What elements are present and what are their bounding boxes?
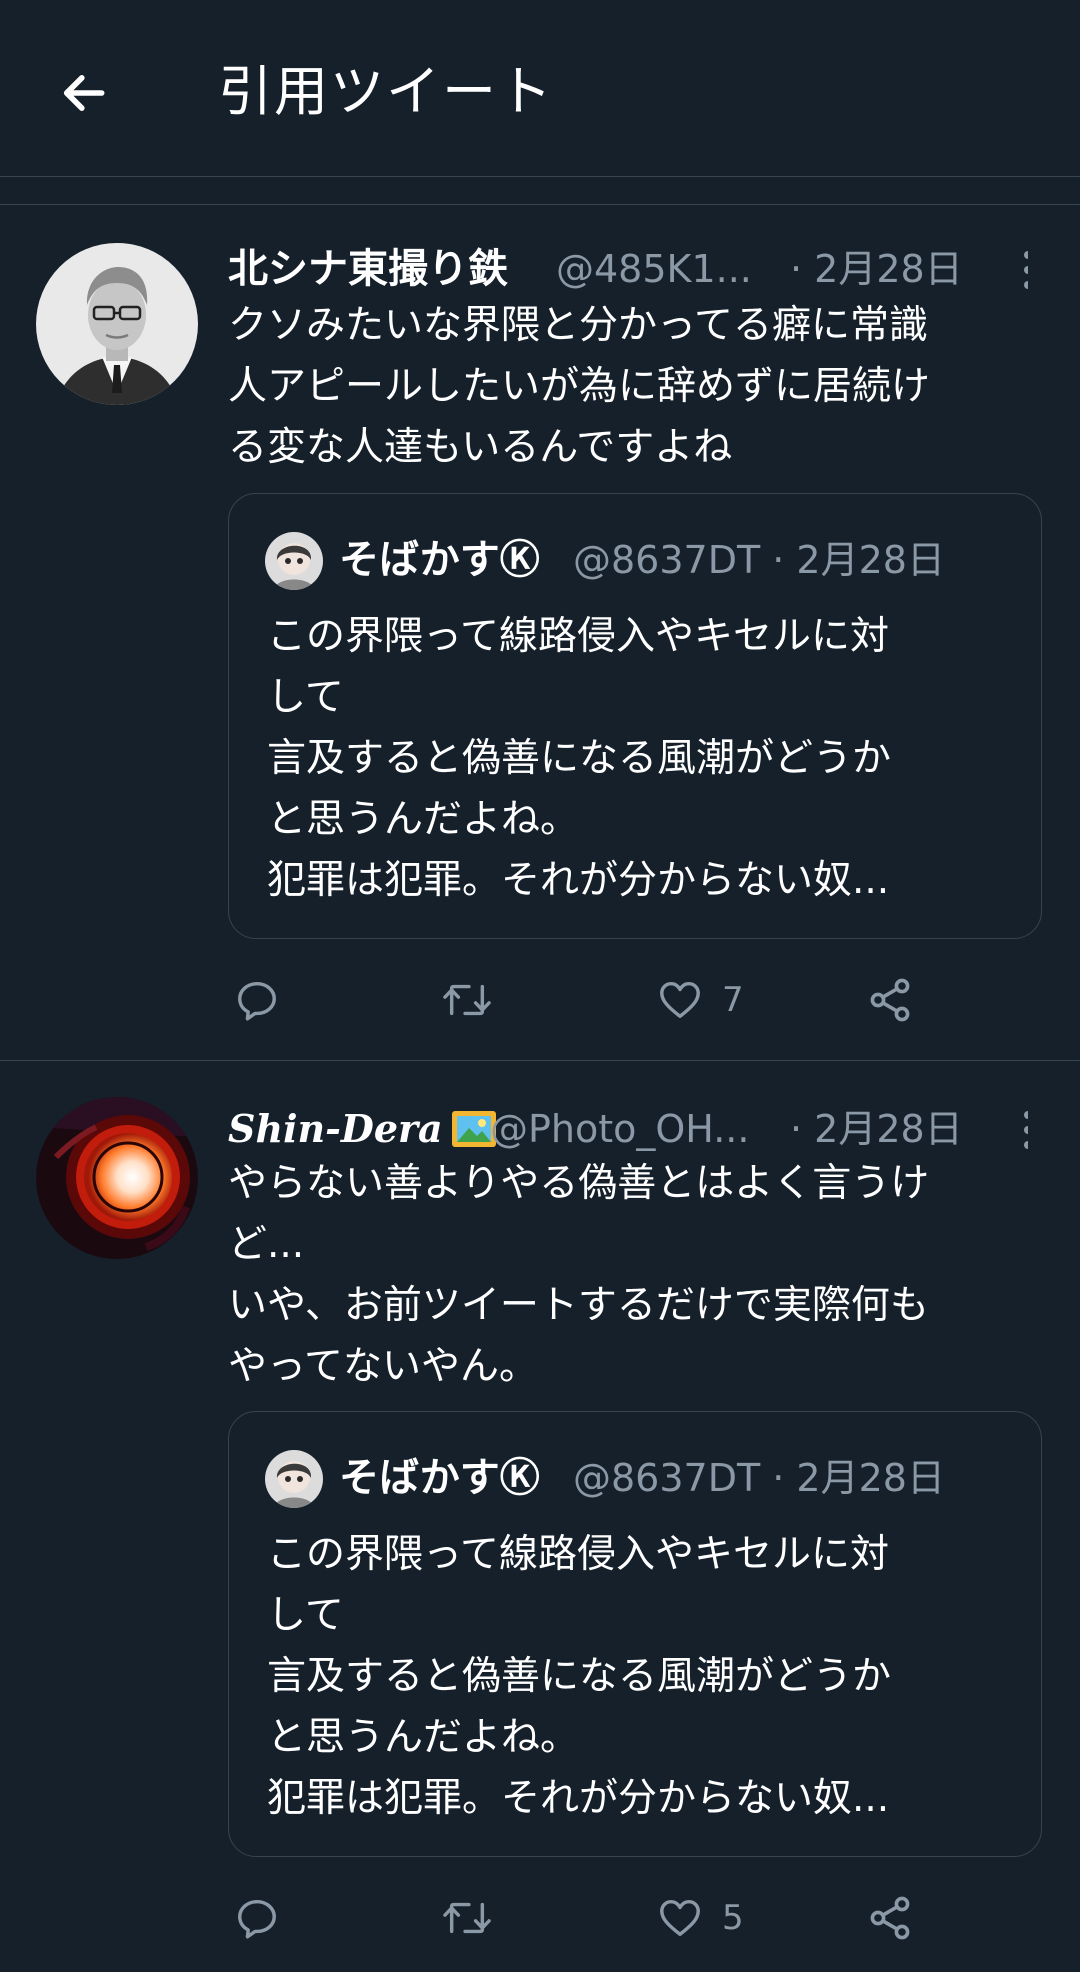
more-button[interactable] (1010, 245, 1028, 295)
share-icon (870, 978, 910, 1022)
tweet-actions: 5 (228, 1883, 1048, 1953)
quoted-tweet[interactable]: そばかすⓀ @8637DT · 2月28日 この界隈って線路侵入やキセルに対 し… (228, 493, 1042, 939)
avatar-image (36, 1097, 198, 1259)
reply-icon (238, 981, 276, 1021)
display-name[interactable]: Shin-Dera (228, 1101, 497, 1157)
display-name[interactable]: 北シナ東撮り鉄 (228, 241, 508, 297)
arrow-left-icon (63, 75, 105, 111)
share-button[interactable] (866, 965, 914, 1035)
avatar-image (36, 243, 198, 405)
avatar[interactable] (36, 243, 198, 405)
display-name-text: Shin-Dera (228, 1106, 443, 1151)
reply-button[interactable] (234, 1883, 280, 1953)
reply-icon (238, 1899, 276, 1939)
quoted-text: この界隈って線路侵入やキセルに対 して 言及すると偽善になる風潮がどうか と思う… (267, 1532, 892, 1821)
quoted-meta: @8637DT · 2月28日 (573, 538, 945, 582)
share-button[interactable] (866, 1883, 914, 1953)
like-button[interactable]: 5 (656, 1883, 744, 1953)
tweet-header: Shin-Dera @Photo_OH... · 2月28日 (228, 1101, 1028, 1157)
more-vertical-icon (1024, 251, 1028, 289)
page-title: 引用ツイート (218, 60, 554, 123)
quoted-tweet[interactable]: そばかすⓀ @8637DT · 2月28日 この界隈って線路侵入やキセルに対 し… (228, 1411, 1042, 1857)
timestamp[interactable]: · 2月28日 (790, 1101, 963, 1157)
quoted-avatar (265, 1450, 323, 1508)
quoted-avatar (265, 532, 323, 590)
avatar[interactable] (36, 1097, 198, 1259)
tweet-card[interactable]: Shin-Dera @Photo_OH... · 2月28日 やらない善よりやる… (0, 1061, 1080, 1972)
retweet-icon (443, 1902, 491, 1934)
tweet-header: 北シナ東撮り鉄 @485K1... · 2月28日 (228, 241, 1028, 297)
retweet-button[interactable] (440, 965, 494, 1035)
tweet-text: やらない善よりやる偽善とはよく言うけ ど... いや、お前ツイートするだけで実際… (228, 1161, 930, 1389)
tweet-actions: 7 (228, 965, 1048, 1035)
like-button[interactable]: 7 (656, 965, 744, 1035)
username[interactable]: @485K1... (556, 241, 752, 297)
username[interactable]: @Photo_OH... (490, 1101, 749, 1157)
more-button[interactable] (1010, 1105, 1028, 1155)
more-vertical-icon (1024, 1111, 1028, 1149)
tweet-text: クソみたいな界隈と分かってる癖に常識 人アピールしたいが為に辞めずに居続け る変… (228, 303, 931, 470)
quoted-avatar-image (265, 532, 323, 590)
quoted-text: この界隈って線路侵入やキセルに対 して 言及すると偽善になる風潮がどうか と思う… (267, 614, 892, 903)
quoted-display-name: そばかすⓀ (339, 1455, 540, 1501)
heart-icon (660, 1899, 700, 1937)
heart-icon (660, 981, 700, 1019)
timestamp[interactable]: · 2月28日 (790, 241, 963, 297)
retweet-button[interactable] (440, 1883, 494, 1953)
quoted-avatar-image (265, 1450, 323, 1508)
tweet-card[interactable]: 北シナ東撮り鉄 @485K1... · 2月28日 クソみたいな界隈と分かってる… (0, 205, 1080, 1060)
quoted-meta: @8637DT · 2月28日 (573, 1456, 945, 1500)
back-button[interactable] (48, 58, 118, 128)
retweet-icon (443, 984, 491, 1016)
share-icon (870, 1896, 910, 1940)
like-count: 5 (722, 1898, 744, 1938)
like-count: 7 (722, 980, 744, 1020)
reply-button[interactable] (234, 965, 280, 1035)
quoted-display-name: そばかすⓀ (339, 537, 540, 583)
top-bar: 引用ツイート (0, 0, 1080, 177)
